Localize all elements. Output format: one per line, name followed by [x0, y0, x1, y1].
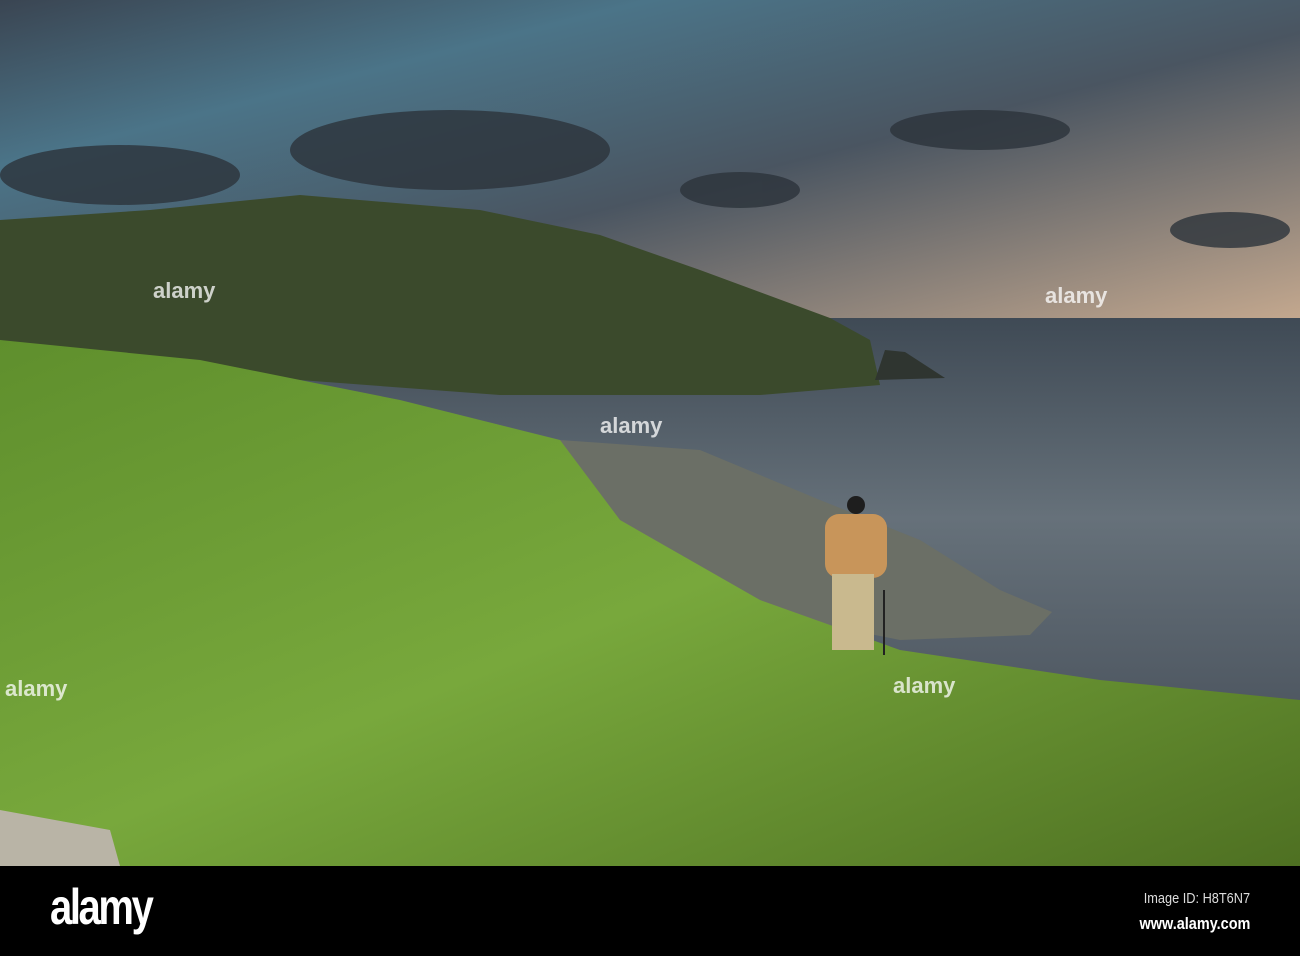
watermark: alamy [1045, 283, 1108, 308]
landscape-photo: alamy alamy alamy alamy alamy [0, 0, 1300, 866]
watermark: alamy [893, 673, 956, 698]
website-link[interactable]: www.alamy.com [1139, 914, 1250, 934]
alamy-logo[interactable]: alamy [50, 878, 154, 936]
image-id: Image ID: H8T6N7 [1143, 890, 1250, 907]
watermark: alamy [153, 278, 216, 303]
watermark: alamy [5, 676, 68, 701]
footer-bar: alamy Image ID: H8T6N7 www.alamy.com [0, 866, 1300, 956]
watermark: alamy [600, 413, 663, 438]
